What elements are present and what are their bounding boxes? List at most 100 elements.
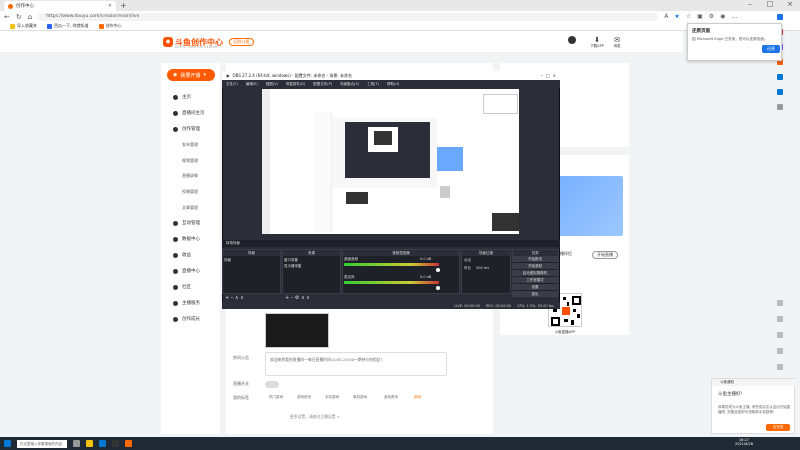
tag-item[interactable]: 游戏 bbox=[414, 395, 421, 400]
refresh-icon[interactable]: ↻ bbox=[16, 13, 22, 21]
source-list-item[interactable]: 显示器采集 bbox=[284, 264, 302, 269]
sidebar-subitem[interactable]: 直播录像 bbox=[182, 173, 198, 179]
bookmark-item[interactable]: 导入收藏夹 bbox=[10, 23, 37, 29]
obs-menu-item[interactable]: 帮助(H) bbox=[387, 82, 399, 87]
browser-tab[interactable]: 创作中心 × bbox=[4, 1, 116, 11]
edge-icon[interactable] bbox=[99, 440, 106, 447]
add-sidebar-icon[interactable] bbox=[777, 104, 783, 110]
scene-list-item[interactable]: 场景 bbox=[224, 258, 231, 263]
obs-title-text: OBS 27.2.4 (64-bit, windows) - 配置文件: 未命名… bbox=[232, 72, 353, 78]
profile-icon[interactable]: ◉ bbox=[720, 13, 725, 20]
taskbar-clock[interactable]: 16:27 2021/6/28 bbox=[735, 438, 753, 446]
side-tool-icon[interactable] bbox=[777, 300, 783, 306]
duration-input[interactable]: 300 ms bbox=[476, 266, 489, 270]
obs-menu-item[interactable]: 停靠部件(D) bbox=[286, 82, 305, 87]
live-toggle[interactable] bbox=[265, 381, 279, 388]
douyu-taskbar-icon[interactable] bbox=[125, 440, 132, 447]
maximize-icon[interactable]: □ bbox=[760, 0, 780, 8]
obs-menu-item[interactable]: 视图(V) bbox=[266, 82, 278, 87]
collections-icon[interactable]: ▣ bbox=[697, 13, 703, 20]
extensions-icon[interactable]: ⚙ bbox=[709, 13, 714, 20]
exit-button[interactable]: 退出 bbox=[512, 291, 558, 297]
more-icon[interactable]: … bbox=[731, 13, 737, 20]
obs-maximize-icon[interactable]: □ bbox=[546, 73, 550, 78]
obs-minimize-icon[interactable]: – bbox=[541, 73, 543, 78]
settings-button[interactable]: 设置 bbox=[512, 284, 558, 290]
tag-item[interactable]: 热门游戏 bbox=[269, 395, 283, 400]
sidebar-item-data[interactable]: 数据中心 bbox=[173, 236, 200, 242]
tab-close-icon[interactable]: × bbox=[108, 3, 112, 9]
favorite-star-icon[interactable]: ★ bbox=[674, 13, 679, 20]
volume-slider-handle[interactable] bbox=[436, 286, 440, 290]
add-source-icon[interactable]: + – ⚙ ∧ ∨ bbox=[285, 295, 310, 301]
bookmark-item[interactable]: 西瓜一下, 你就知道 bbox=[47, 23, 89, 29]
start-live-button[interactable]: 开始直播 bbox=[592, 251, 618, 259]
close-window-icon[interactable]: × bbox=[780, 0, 800, 8]
obs-menu-item[interactable]: 场景集合(S) bbox=[340, 82, 359, 87]
minimize-icon[interactable]: – bbox=[740, 0, 760, 8]
sidebar-subitem[interactable]: 视频管理 bbox=[182, 158, 198, 164]
add-scene-icon[interactable]: + – ∧ ∨ bbox=[225, 295, 244, 301]
restore-button[interactable]: 还原 bbox=[762, 45, 780, 53]
tag-item[interactable]: 游戏资讯 bbox=[384, 395, 398, 400]
sidebar-subitem[interactable]: 发布管理 bbox=[182, 142, 198, 148]
obs-titlebar[interactable]: ◉ OBS 27.2.4 (64-bit, windows) - 配置文件: 未… bbox=[222, 71, 560, 80]
start-icon[interactable] bbox=[4, 440, 11, 447]
sidebar-item-live-center[interactable]: 直播中心 bbox=[173, 268, 200, 274]
back-icon[interactable]: ← bbox=[4, 13, 10, 21]
search-icon[interactable] bbox=[777, 14, 783, 20]
office-icon[interactable] bbox=[777, 74, 783, 80]
back-to-douyu-button[interactable]: 回到斗鱼 bbox=[229, 38, 254, 46]
obs-menu-item[interactable]: 文件(F) bbox=[226, 82, 238, 87]
sidebar-item-room[interactable]: 直播间主页 bbox=[173, 110, 205, 116]
sidebar-item-interaction[interactable]: 互动管理 bbox=[173, 220, 200, 226]
home-nav-icon[interactable]: ⌂ bbox=[28, 13, 32, 21]
start-streaming-button[interactable]: 开始推流 bbox=[512, 256, 558, 262]
sidebar-item-content[interactable]: 创作管理 bbox=[173, 126, 200, 132]
favorites-icon[interactable]: ☆ bbox=[686, 13, 691, 20]
obs-close-icon[interactable]: × bbox=[553, 73, 556, 78]
go-live-button[interactable]: ◉ 我要开播 ▾ bbox=[167, 69, 215, 81]
sidebar-subitem[interactable]: 投稿管理 bbox=[182, 189, 198, 195]
obs-menu-item[interactable]: 工具(T) bbox=[367, 82, 379, 87]
more-settings-link[interactable]: 更多设置，请前往主播设置 > bbox=[290, 414, 340, 420]
start-recording-button[interactable]: 开始录制 bbox=[512, 263, 558, 269]
source-list-item[interactable]: 窗口采集 bbox=[284, 258, 298, 263]
taskbar-search[interactable]: 在这里输入你要搜索的内容 bbox=[17, 439, 67, 448]
side-tool-icon[interactable] bbox=[777, 348, 783, 354]
transition-select[interactable]: 淡出 bbox=[464, 258, 471, 263]
task-view-icon[interactable] bbox=[73, 440, 80, 447]
sidebar-item-growth[interactable]: 创作成长 bbox=[173, 316, 200, 322]
messages-button[interactable]: ✉ 消息 bbox=[608, 36, 626, 49]
sidebar-item-service[interactable]: 主播服务 bbox=[173, 300, 200, 306]
side-tool-icon[interactable] bbox=[777, 316, 783, 322]
address-bar[interactable]: https://www.douyu.com/creator/main/live bbox=[38, 12, 659, 21]
volume-slider-handle[interactable] bbox=[436, 268, 440, 272]
new-tab-button[interactable]: + bbox=[120, 1, 127, 10]
obs-menu-item[interactable]: 配置文件(P) bbox=[313, 82, 332, 87]
logo-icon[interactable]: ◆ bbox=[163, 37, 173, 47]
virtual-camera-button[interactable]: 启动虚拟摄像机 bbox=[512, 270, 558, 276]
download-app-button[interactable]: ⬇ 下载APP bbox=[588, 36, 606, 49]
preview-promo bbox=[437, 147, 463, 171]
cover-image[interactable] bbox=[265, 313, 329, 348]
studio-mode-button[interactable]: 工作室模式 bbox=[512, 277, 558, 283]
obs-taskbar-icon[interactable] bbox=[112, 440, 119, 447]
user-avatar[interactable] bbox=[568, 36, 576, 44]
tag-item[interactable]: 手机游戏 bbox=[325, 395, 339, 400]
side-tool-icon[interactable] bbox=[777, 364, 783, 370]
read-aloud-icon[interactable]: A bbox=[664, 13, 668, 20]
outlook-icon[interactable] bbox=[777, 89, 783, 95]
obs-menu-item[interactable]: 编辑(E) bbox=[246, 82, 258, 87]
notification-action-button[interactable]: 去完成 bbox=[766, 424, 790, 431]
tag-item[interactable]: 单机游戏 bbox=[353, 395, 367, 400]
sidebar-subitem[interactable]: 文章管理 bbox=[182, 205, 198, 211]
sidebar-item-income[interactable]: 收益 bbox=[173, 252, 191, 258]
sidebar-item-home[interactable]: 主页 bbox=[173, 94, 191, 100]
side-tool-icon[interactable] bbox=[777, 332, 783, 338]
room-notice-textarea[interactable]: 欢迎来到我的直播间～每日直播时间14:00-24:00～期待与你相见！ bbox=[265, 352, 447, 376]
bookmark-item[interactable]: 创作中心 bbox=[98, 23, 122, 29]
file-explorer-icon[interactable] bbox=[86, 440, 93, 447]
tag-item[interactable]: 游戏资讯 bbox=[297, 395, 311, 400]
sidebar-item-community[interactable]: 社区 bbox=[173, 284, 191, 290]
